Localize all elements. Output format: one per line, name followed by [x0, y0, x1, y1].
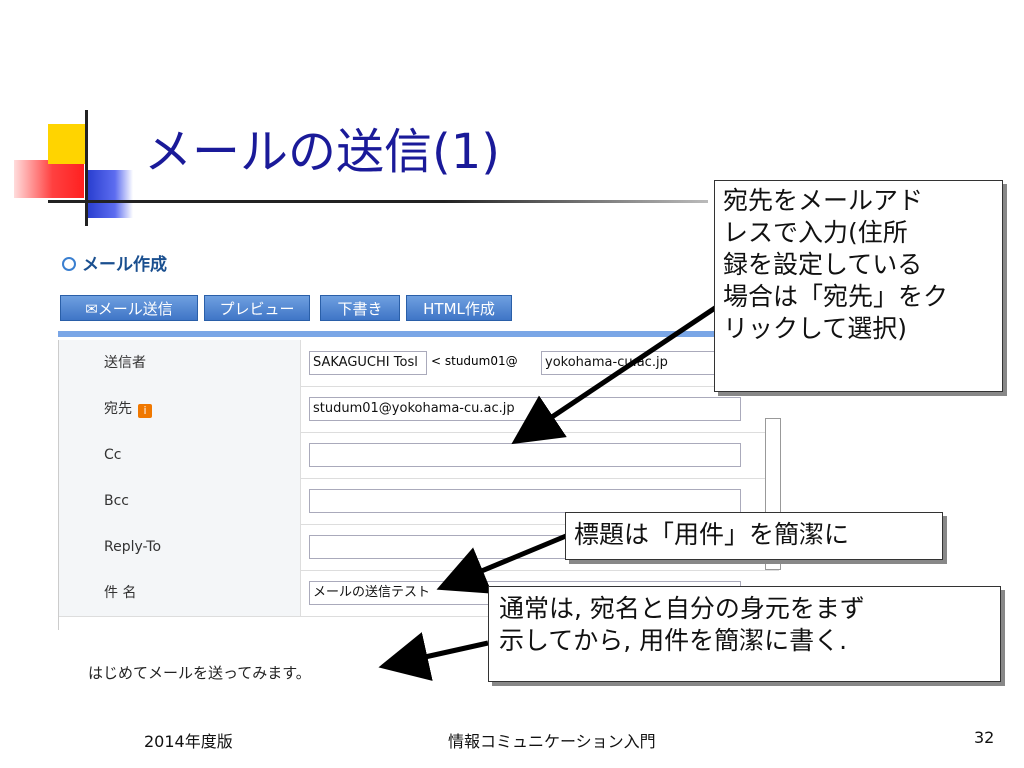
row-sender: 送信者 SAKAGUCHI Tosl < studum01@ yokohama-… — [59, 340, 779, 387]
cc-input[interactable] — [309, 443, 741, 467]
decor-yellow-square — [48, 124, 88, 164]
row-cc: Cc — [59, 432, 779, 479]
callout-subject: 標題は「用件」を簡潔に — [565, 512, 943, 560]
bcc-label: Bcc — [59, 478, 301, 524]
to-input[interactable]: studum01@yokohama-cu.ac.jp — [309, 397, 741, 421]
sender-domain-input[interactable]: yokohama-cu.ac.jp — [541, 351, 721, 375]
html-compose-button[interactable]: HTML作成 — [406, 295, 512, 321]
toolbar-divider — [58, 331, 780, 337]
circle-icon — [62, 257, 76, 271]
callout-address: 宛先をメールアド レスで入力(住所 録を設定している 場合は「宛先」をク リック… — [714, 180, 1003, 392]
footer-year: 2014年度版 — [144, 732, 233, 751]
sender-label: 送信者 — [59, 340, 301, 386]
page-number: 32 — [974, 728, 995, 747]
subject-label: 件 名 — [59, 570, 301, 616]
reply-to-label: Reply-To — [59, 524, 301, 570]
callout-body: 通常は, 宛名と自分の身元をまず 示してから, 用件を簡潔に書く. — [488, 586, 1001, 682]
draft-button[interactable]: 下書き — [320, 295, 400, 321]
compose-heading: メール作成 — [62, 250, 167, 275]
slide-title: メールの送信(1) — [144, 124, 500, 180]
preview-button[interactable]: プレビュー — [204, 295, 310, 321]
compose-heading-label: メール作成 — [82, 255, 167, 275]
mail-body-text[interactable]: はじめてメールを送ってみます。 — [88, 662, 311, 683]
to-label-text: 宛先 — [104, 401, 132, 417]
arrow-to-body — [378, 632, 489, 681]
bcc-input[interactable] — [309, 489, 741, 513]
info-icon[interactable]: i — [138, 404, 152, 418]
cc-label: Cc — [59, 432, 301, 478]
title-underline — [48, 200, 708, 203]
to-label[interactable]: 宛先 i — [59, 386, 301, 432]
sender-user-text: < studum01@ — [431, 354, 518, 368]
decor-blue-square — [88, 170, 133, 218]
footer-course: 情報コミュニケーション入門 — [448, 732, 656, 751]
row-to: 宛先 i studum01@yokohama-cu.ac.jp — [59, 386, 779, 433]
decor-red-square — [14, 160, 84, 198]
decor-vertical-line — [85, 110, 88, 226]
send-mail-button[interactable]: ✉メール送信 — [60, 295, 198, 321]
sender-name-input[interactable]: SAKAGUCHI Tosl — [309, 351, 427, 375]
